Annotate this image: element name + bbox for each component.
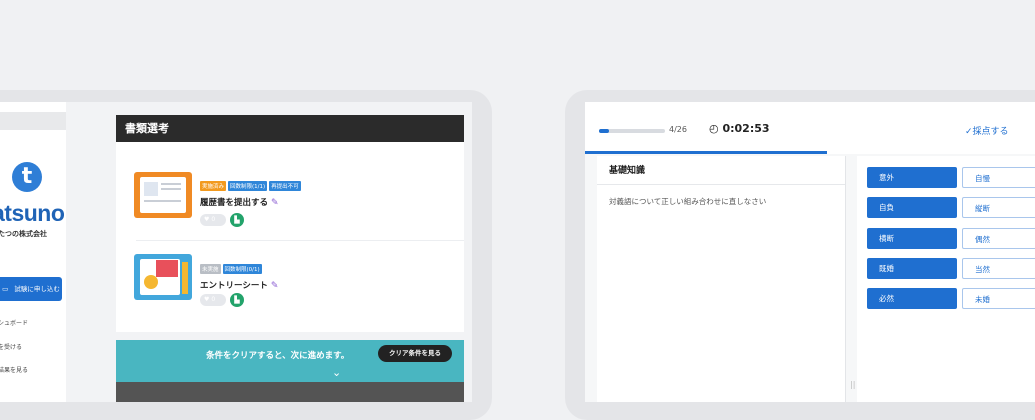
document-list: 実施済み 回数制限(1/1) 再提出不可 履歴書を提出する ✎ ♥ 0 ▙ 未実施回…: [116, 142, 464, 332]
document-title: エントリーシート: [200, 281, 268, 291]
status-badge: 未実施: [200, 264, 221, 274]
logo-mark: t: [21, 164, 33, 189]
sidebar-topbar: [0, 112, 66, 130]
resubmit-badge: 再提出不可: [269, 181, 301, 191]
pair-left[interactable]: 横断: [867, 228, 957, 249]
chevron-down-icon[interactable]: ⌄: [332, 366, 341, 379]
like-count: 0: [211, 296, 216, 303]
right-screen: 4/26 ◴ 0:02:53 ✓採点する 基礎知識 対義語について正しい組み合わ…: [585, 102, 1035, 402]
answer-panel: 意外 自慢 自負 縦断 横断 偶然 既婚 当然 必然 未婚: [857, 156, 1035, 402]
logo-wordmark: atsuno: [0, 200, 65, 226]
apply-exam-button[interactable]: ▭ 試験に申し込む: [0, 277, 62, 301]
company-name: たつの株式会社: [0, 230, 47, 238]
sidebar: t atsuno たつの株式会社 ▭ 試験に申し込む ッシュボード 験を受ける …: [0, 102, 66, 402]
menu-item-results[interactable]: 験結果を見る: [0, 365, 28, 374]
like-counter[interactable]: ♥ 0: [200, 214, 226, 226]
footer-bar: [116, 382, 464, 402]
pair-left[interactable]: 意外: [867, 167, 957, 188]
timer-value: 0:02:53: [722, 122, 770, 135]
timer: ◴ 0:02:53: [709, 122, 770, 135]
heart-icon: ♥: [204, 216, 210, 223]
document-title: 履歴書を提出する: [200, 198, 269, 208]
tag-row: 実施済み 回数制限(1/1) 再提出不可: [200, 173, 303, 192]
list-item[interactable]: 未実施 回数制限(0/1) エントリーシート ✎: [200, 256, 278, 291]
menu-item-dashboard[interactable]: ッシュボード: [0, 318, 28, 327]
entry-sheet-document-icon: [134, 254, 192, 300]
limit-badge: 回数制限(1/1): [228, 181, 268, 191]
progress-text: 4/26: [669, 125, 687, 134]
main-content: 書類選考 実施済み 回数制限(1/1) 再提出不可 履歴書を提出する ✎ ♥ 0 ▙: [110, 102, 470, 402]
tag-row: 未実施 回数制限(0/1): [200, 256, 278, 275]
panel-title: 書類選考: [116, 115, 464, 142]
pair-right[interactable]: 自慢: [962, 167, 1035, 188]
condition-banner: 条件をクリアすると、次に進めます。 クリア条件を見る ⌄: [116, 340, 464, 382]
active-tab-indicator: [585, 151, 827, 154]
resume-document-icon: [134, 172, 192, 218]
question-title: 基礎知識: [609, 166, 646, 176]
divider: [136, 240, 464, 241]
pair-left[interactable]: 自負: [867, 197, 957, 218]
left-screen: t atsuno たつの株式会社 ▭ 試験に申し込む ッシュボード 験を受ける …: [0, 102, 472, 402]
pair-right[interactable]: 当然: [962, 258, 1035, 279]
like-count: 0: [211, 216, 216, 223]
like-counter[interactable]: ♥ 0: [200, 294, 226, 306]
apply-exam-label: 試験に申し込む: [14, 285, 60, 293]
company-logo-icon: t: [12, 162, 42, 192]
status-badge: 実施済み: [200, 181, 227, 191]
progress-fill: [599, 129, 609, 133]
chart-icon[interactable]: ▙: [230, 213, 244, 227]
heart-icon: ♥: [204, 296, 210, 303]
edit-icon: ✎: [270, 198, 279, 208]
list-item[interactable]: 実施済み 回数制限(1/1) 再提出不可 履歴書を提出する ✎: [200, 173, 303, 208]
view-conditions-button[interactable]: クリア条件を見る: [378, 345, 452, 362]
score-button[interactable]: ✓採点する: [965, 124, 1009, 137]
edit-icon: ✎: [270, 281, 279, 291]
timer-icon: ◴: [709, 122, 719, 135]
question-panel: 基礎知識 対義語について正しい組み合わせに直しなさい: [597, 156, 846, 402]
score-label: 採点する: [972, 127, 1009, 137]
ticket-icon: ▭: [2, 285, 9, 293]
limit-badge: 回数制限(0/1): [222, 264, 262, 274]
chart-icon[interactable]: ▙: [230, 293, 244, 307]
pair-right[interactable]: 未婚: [962, 288, 1035, 309]
pair-left[interactable]: 必然: [867, 288, 957, 309]
pair-left[interactable]: 既婚: [867, 258, 957, 279]
exam-header: 4/26 ◴ 0:02:53 ✓採点する: [585, 102, 1035, 154]
pair-right[interactable]: 縦断: [962, 197, 1035, 218]
resize-handle[interactable]: ||: [850, 380, 855, 389]
question-text: 対義語について正しい組み合わせに直しなさい: [609, 197, 767, 206]
banner-text: 条件をクリアすると、次に進めます。: [206, 351, 350, 361]
menu-item-take-exam[interactable]: 験を受ける: [0, 342, 22, 351]
check-icon: ✓: [965, 127, 973, 137]
progress-bar: [599, 129, 665, 133]
divider: [597, 184, 845, 185]
pair-right[interactable]: 偶然: [962, 228, 1035, 249]
